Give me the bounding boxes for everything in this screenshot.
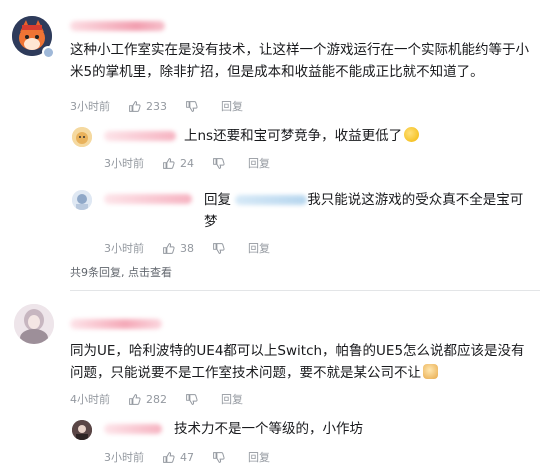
like-button[interactable]: 233 [128, 100, 167, 113]
thumb-up-icon [163, 451, 175, 463]
username[interactable] [104, 131, 176, 141]
reply-button[interactable]: 回复 [248, 449, 270, 465]
dog-emoji-icon [423, 364, 438, 379]
reply-content: 回复 我只能说这游戏的受众真不全是宝可梦 [204, 192, 524, 230]
reply-time: 3小时前 [104, 242, 144, 255]
avatar[interactable] [72, 420, 92, 440]
comment-time: 3小时前 [70, 100, 110, 113]
like-count: 24 [180, 156, 194, 170]
username[interactable] [104, 424, 162, 434]
reply-prefix: 回复 [204, 192, 231, 208]
reply-time: 3小时前 [104, 157, 144, 170]
like-button[interactable]: 47 [162, 451, 194, 464]
mentioned-username[interactable] [235, 195, 308, 205]
reply-content: 技术力不是一个等级的，小作坊 [174, 421, 363, 437]
avatar[interactable] [72, 127, 92, 147]
thumb-down-icon [186, 100, 198, 112]
dislike-button[interactable] [185, 100, 203, 113]
reply-time: 3小时前 [104, 451, 144, 464]
avatar-dog-icon [72, 127, 92, 147]
avatar[interactable] [14, 304, 54, 344]
reply-meta: 3小时前 38 回复 [104, 240, 270, 256]
thumb-up-icon [129, 393, 141, 405]
reply-button[interactable]: 回复 [221, 98, 243, 114]
avatar-portrait-icon [72, 420, 92, 440]
username[interactable] [104, 194, 192, 204]
avatar-character-icon [14, 304, 54, 344]
dislike-button[interactable] [212, 242, 230, 255]
sweat-smile-emoji-icon [404, 127, 420, 142]
comment-time: 4小时前 [70, 393, 110, 406]
username[interactable] [70, 319, 162, 329]
reply-button[interactable]: 回复 [248, 240, 270, 256]
dislike-button[interactable] [185, 393, 203, 406]
thumb-down-icon [213, 242, 225, 254]
reply-content: 上ns还要和宝可梦竞争，收益更低了 [184, 125, 420, 147]
comment-meta: 3小时前 233 回复 [70, 98, 243, 114]
like-count: 233 [146, 99, 167, 113]
reply-meta: 3小时前 47 回复 [104, 449, 270, 465]
comment-divider [70, 290, 540, 291]
thumb-up-icon [163, 157, 175, 169]
avatar[interactable] [72, 190, 92, 210]
verified-badge-icon [42, 46, 54, 58]
avatar-anime-icon [72, 190, 92, 210]
reply-button[interactable]: 回复 [221, 391, 243, 407]
like-count: 282 [146, 392, 167, 406]
thumb-up-icon [163, 242, 175, 254]
comment-content: 同为UE，哈利波特的UE4都可以上Switch，帕鲁的UE5怎么说都应该是没有问… [70, 343, 525, 381]
like-button[interactable]: 282 [128, 393, 167, 406]
dislike-button[interactable] [212, 157, 230, 170]
reply-button[interactable]: 回复 [248, 155, 270, 171]
comment-meta: 4小时前 282 回复 [70, 391, 243, 407]
like-count: 38 [180, 241, 194, 255]
like-button[interactable]: 24 [162, 157, 194, 170]
reply-meta: 3小时前 24 回复 [104, 155, 270, 171]
username[interactable] [70, 21, 165, 31]
thumb-down-icon [213, 157, 225, 169]
thumb-down-icon [186, 393, 198, 405]
thumb-up-icon [129, 100, 141, 112]
like-button[interactable]: 38 [162, 242, 194, 255]
like-count: 47 [180, 450, 194, 464]
comment-content: 这种小工作室实在是没有技术，让这样一个游戏运行在一个实际机能约等于小米5的掌机里… [70, 42, 529, 80]
dislike-button[interactable] [212, 451, 230, 464]
view-more-replies-link[interactable]: 共9条回复, 点击查看 [70, 264, 172, 280]
thumb-down-icon [213, 451, 225, 463]
